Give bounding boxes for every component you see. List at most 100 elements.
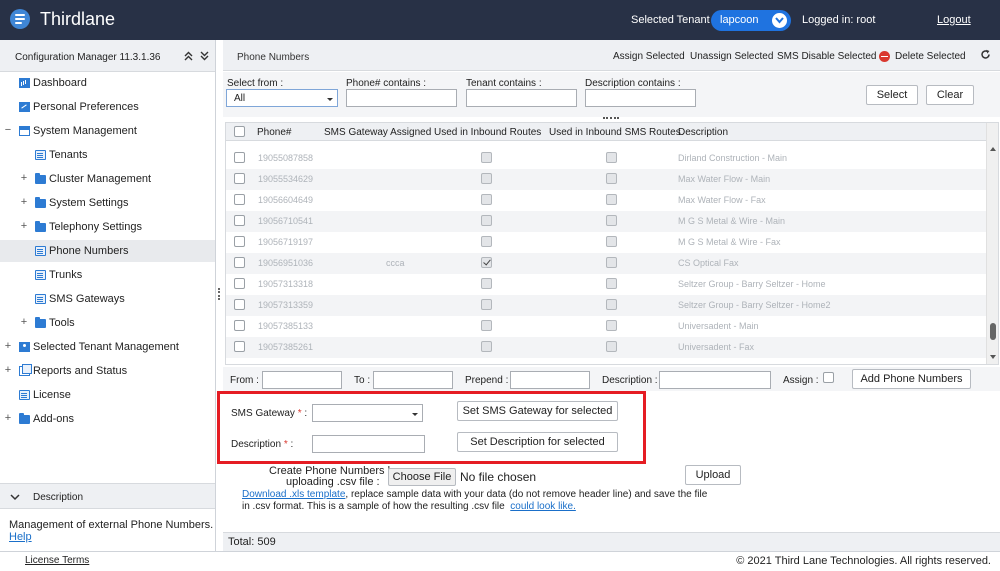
collapse-all-icon[interactable] (184, 51, 193, 64)
folder-icon (19, 413, 30, 424)
table-row[interactable]: 19057313359 Seltzer Group - Barry Seltzer… (226, 295, 986, 316)
table-row[interactable]: 19057385261 Universadent - Fax (226, 337, 986, 358)
row-select-checkbox[interactable] (234, 236, 245, 247)
expand-toggle[interactable]: + (3, 340, 13, 352)
expand-toggle[interactable]: + (19, 220, 29, 232)
phone-numbers-table: Phone# SMS Gateway Assigned Used in Inbo… (225, 122, 999, 365)
description-cell: M G S Metal & Wire - Main (678, 216, 786, 226)
row-select-checkbox[interactable] (234, 194, 245, 205)
sample-csv-link[interactable]: could look like. (510, 501, 576, 512)
delete-selected-button[interactable]: Delete Selected (895, 51, 966, 62)
description-contains-input[interactable] (585, 89, 696, 107)
vertical-scrollbar[interactable] (986, 123, 998, 364)
row-select-checkbox[interactable] (234, 320, 245, 331)
expand-toggle[interactable]: + (3, 412, 13, 424)
sidebar-item-system-management[interactable]: − System Management (0, 120, 215, 142)
assign-selected-button[interactable]: Assign Selected (613, 51, 685, 62)
folder-icon (35, 317, 46, 328)
delete-icon[interactable] (879, 51, 890, 62)
sidebar-item-telephony-settings[interactable]: + Telephony Settings (0, 216, 215, 238)
sms-gateway-select[interactable] (312, 404, 423, 422)
add-phone-numbers-button[interactable]: Add Phone Numbers (852, 369, 971, 389)
tenant-contains-input[interactable] (466, 89, 577, 107)
scroll-up-icon[interactable] (990, 147, 996, 151)
expand-toggle[interactable]: + (19, 196, 29, 208)
choose-file-button[interactable]: Choose File (388, 468, 456, 486)
select-from-dropdown[interactable]: All (226, 89, 338, 107)
row-select-checkbox[interactable] (234, 341, 245, 352)
table-row[interactable]: 19056604649 Max Water Flow - Fax (226, 190, 986, 211)
table-row[interactable]: 19056951036 ccca CS Optical Fax (226, 253, 986, 274)
sidebar-item-system-settings[interactable]: + System Settings (0, 192, 215, 214)
expand-toggle[interactable]: + (19, 316, 29, 328)
sidebar-splitter[interactable] (216, 40, 223, 551)
sidebar-item-add-ons[interactable]: + Add-ons (0, 408, 215, 430)
description-input[interactable] (659, 371, 771, 389)
phone-contains-input[interactable] (346, 89, 457, 107)
table-row[interactable]: 19057385133 Universadent - Main (226, 316, 986, 337)
sidebar-item-tenants[interactable]: Tenants (0, 144, 215, 166)
logout-link[interactable]: Logout (937, 14, 971, 26)
sidebar-item-phone-numbers[interactable]: Phone Numbers (0, 240, 215, 262)
sidebar-item-dashboard[interactable]: Dashboard (0, 72, 215, 94)
sms-description-input[interactable] (312, 435, 425, 453)
upload-button[interactable]: Upload (685, 465, 741, 485)
row-select-checkbox[interactable] (234, 215, 245, 226)
row-select-checkbox[interactable] (234, 257, 245, 268)
assign-checkbox[interactable] (823, 372, 834, 383)
row-select-checkbox[interactable] (234, 299, 245, 310)
refresh-icon[interactable] (980, 49, 991, 63)
scroll-down-icon[interactable] (990, 355, 996, 359)
table-row[interactable]: 19055087858 Dirland Construction - Main (226, 148, 986, 169)
column-header: Used in Inbound Routes (434, 127, 542, 138)
sidebar-item-sms-gateways[interactable]: SMS Gateways (0, 288, 215, 310)
select-all-checkbox[interactable] (234, 126, 245, 137)
from-input[interactable] (262, 371, 342, 389)
sidebar-item-reports-and-status[interactable]: + Reports and Status (0, 360, 215, 382)
row-select-checkbox[interactable] (234, 152, 245, 163)
sidebar-item-label: Selected Tenant Management (33, 341, 179, 353)
description-panel-header[interactable]: Description (0, 483, 215, 509)
collapse-toggle[interactable]: − (3, 124, 13, 136)
set-description-button[interactable]: Set Description for selected (457, 432, 618, 452)
sidebar-item-trunks[interactable]: Trunks (0, 264, 215, 286)
table-row[interactable]: 19057313318 Seltzer Group - Barry Seltzer… (226, 274, 986, 295)
expand-all-icon[interactable] (200, 51, 209, 64)
phone-number-cell: 19056719197 (258, 237, 314, 247)
set-sms-gateway-button[interactable]: Set SMS Gateway for selected (457, 401, 618, 421)
description-cell: Universadent - Fax (678, 342, 755, 352)
filter-bar: Select from : All Phone# contains : Tena… (223, 72, 1000, 117)
table-row[interactable]: 19056719197 M G S Metal & Wire - Fax (226, 232, 986, 253)
expand-toggle[interactable]: + (19, 172, 29, 184)
sidebar-item-tools[interactable]: + Tools (0, 312, 215, 334)
table-row[interactable]: 19055534629 Max Water Flow - Main (226, 169, 986, 190)
license-terms-link[interactable]: License Terms (25, 555, 89, 566)
sidebar-item-selected-tenant-management[interactable]: + Selected Tenant Management (0, 336, 215, 358)
select-button[interactable]: Select (866, 85, 918, 105)
help-link[interactable]: Help (9, 531, 32, 543)
select-from-label: Select from : (227, 78, 284, 89)
to-input[interactable] (373, 371, 453, 389)
row-select-checkbox[interactable] (234, 278, 245, 289)
row-select-checkbox[interactable] (234, 173, 245, 184)
prepend-input[interactable] (510, 371, 590, 389)
sidebar-item-cluster-management[interactable]: + Cluster Management (0, 168, 215, 190)
expand-toggle[interactable]: + (3, 364, 13, 376)
app-header: Thirdlane Selected Tenant : lapcoon Logg… (0, 0, 1000, 40)
sidebar-item-license[interactable]: License (0, 384, 215, 406)
unassign-selected-button[interactable]: Unassign Selected (690, 51, 773, 62)
inbound-routes-checkbox (481, 215, 492, 226)
from-label: From : (230, 375, 259, 386)
description-cell: Seltzer Group - Barry Seltzer - Home (678, 279, 826, 289)
description-cell: CS Optical Fax (678, 258, 739, 268)
download-template-link[interactable]: Download .xls template (242, 489, 345, 500)
clear-button[interactable]: Clear (926, 85, 974, 105)
total-count: Total: 509 (228, 536, 276, 548)
table-row[interactable]: 19056710541 M G S Metal & Wire - Main (226, 211, 986, 232)
sidebar-item-personal-preferences[interactable]: Personal Preferences (0, 96, 215, 118)
sms-disable-selected-button[interactable]: SMS Disable Selected (777, 51, 877, 62)
tenant-select[interactable]: lapcoon (711, 10, 791, 31)
inbound-sms-routes-checkbox (606, 257, 617, 268)
resize-handle[interactable] (603, 117, 619, 120)
scrollbar-thumb[interactable] (990, 323, 996, 340)
